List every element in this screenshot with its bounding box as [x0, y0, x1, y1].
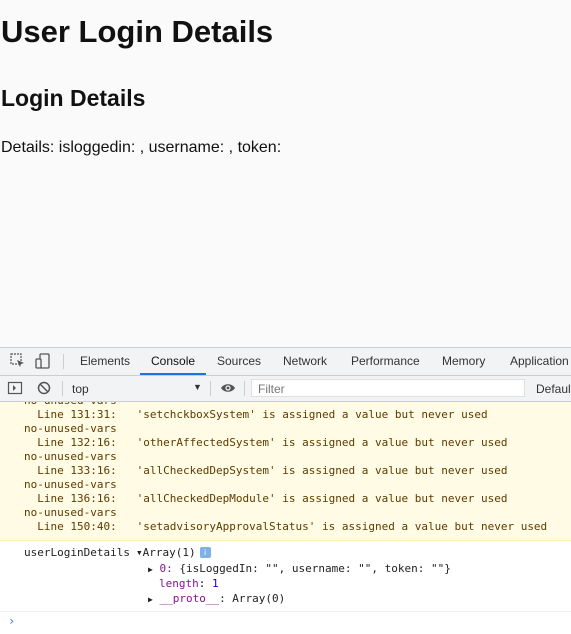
warning-rule: no-unused-vars — [24, 450, 117, 463]
warning-message: no-unused-vars Line 131:31: 'setchckboxS… — [0, 402, 571, 541]
length-value: 1 — [212, 577, 219, 590]
device-toolbar-icon[interactable] — [34, 352, 52, 370]
item-value: {isLoggedIn: "", username: "", token: ""… — [179, 562, 451, 575]
collapse-arrow-icon[interactable]: ▶ — [148, 565, 153, 574]
tab-network[interactable]: Network — [283, 348, 327, 374]
tab-memory[interactable]: Memory — [442, 348, 485, 374]
log-levels-dropdown[interactable]: Default levels — [536, 382, 571, 396]
collapse-arrow-icon[interactable]: ▶ — [148, 595, 153, 604]
devtools-panel: Elements Console Sources Network Perform… — [0, 347, 571, 634]
log-label: userLoginDetails — [24, 546, 130, 559]
info-icon[interactable]: i — [199, 547, 211, 558]
context-selector[interactable]: top — [72, 382, 89, 396]
warning-rule: no-unused-vars — [24, 422, 117, 435]
proto-value: : Array(0) — [219, 592, 286, 605]
expand-arrow-icon[interactable]: ▾ — [136, 546, 143, 559]
tab-console[interactable]: Console — [140, 348, 207, 375]
inspect-element-icon[interactable] — [9, 352, 27, 370]
warning-line: Line 133:16: 'allCheckedDepSystem' is as… — [24, 464, 508, 477]
section-heading: Login Details — [1, 85, 146, 111]
proto-key: __proto__ — [159, 592, 220, 605]
toolbar-divider — [210, 381, 211, 396]
rendered-page: User Login Details Login Details Details… — [0, 0, 571, 347]
warning-rule: no-unused-vars — [24, 402, 117, 407]
tab-performance[interactable]: Performance — [351, 348, 420, 374]
toolbar-divider — [244, 381, 245, 396]
length-property: length: 1 — [159, 577, 219, 590]
array-item-0[interactable]: ▶ 0: {isLoggedIn: "", username: "", toke… — [148, 562, 451, 575]
clear-console-icon[interactable] — [36, 380, 52, 396]
details-text: Details: isloggedin: , username: , token… — [1, 139, 282, 156]
tab-application[interactable]: Application — [510, 348, 569, 374]
array-summary-text: Array(1) — [142, 546, 196, 559]
array-summary[interactable]: ▾Array(1) i — [136, 546, 211, 559]
proto-property[interactable]: ▶ __proto__: Array(0) — [148, 592, 285, 605]
tab-sources[interactable]: Sources — [217, 348, 261, 374]
warning-line: Line 132:16: 'otherAffectedSystem' is as… — [24, 436, 508, 449]
show-sidebar-icon[interactable] — [7, 380, 23, 396]
tabbar-divider — [63, 354, 64, 369]
eye-icon[interactable] — [220, 380, 236, 396]
filter-input[interactable] — [251, 379, 525, 397]
length-key: length — [159, 577, 199, 590]
warning-line: Line 150:40: 'setadvisoryApprovalStatus'… — [24, 520, 548, 533]
page-title: User Login Details — [1, 14, 274, 49]
chevron-down-icon[interactable]: ▼ — [193, 382, 202, 392]
item-index: 0: — [159, 562, 180, 575]
tab-elements[interactable]: Elements — [80, 348, 130, 374]
warning-rule: no-unused-vars — [24, 478, 117, 491]
console-prompt-icon[interactable]: › — [8, 614, 15, 628]
warning-rule: no-unused-vars — [24, 506, 117, 519]
console-output: no-unused-vars Line 131:31: 'setchckboxS… — [0, 402, 571, 634]
log-message: userLoginDetails ▾Array(1) i ▶ 0: {isLogg… — [0, 541, 571, 612]
toolbar-divider — [62, 381, 63, 396]
warning-line: Line 136:16: 'allCheckedDepModule' is as… — [24, 492, 508, 505]
console-toolbar: top ▼ Default levels — [0, 376, 571, 402]
warning-line: Line 131:31: 'setchckboxSystem' is assig… — [24, 408, 488, 421]
devtools-tabbar: Elements Console Sources Network Perform… — [0, 348, 571, 376]
